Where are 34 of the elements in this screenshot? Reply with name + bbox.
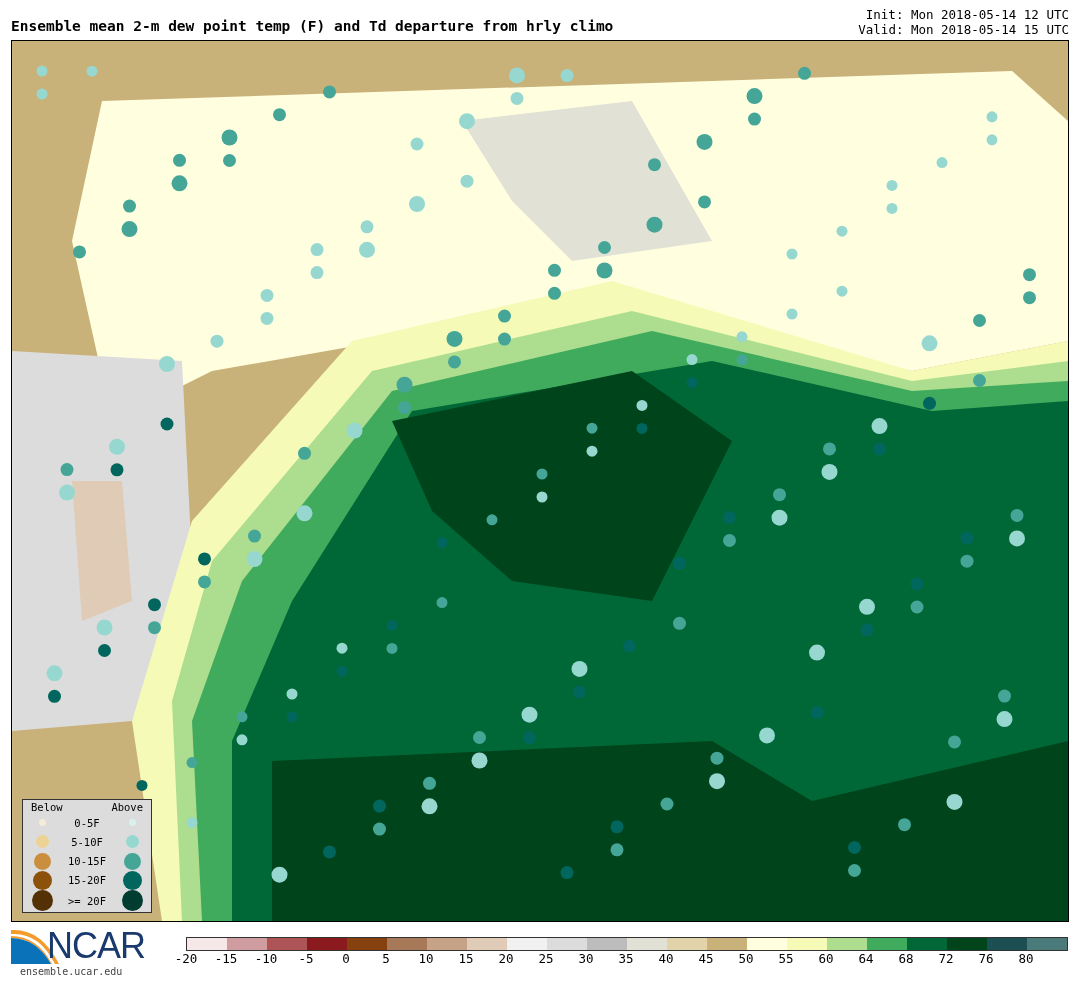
valid-time: Valid: Mon 2018-05-14 15 UTC [858,22,1069,37]
tick-label: 64 [858,951,874,966]
tick-label: -10 [254,951,278,966]
tick-label: 45 [698,951,714,966]
logo-text: NCAR [47,925,145,967]
tick-label: 35 [618,951,634,966]
tick-label: 76 [978,951,994,966]
tick-label: 5 [382,951,390,966]
legend-label: 5-10F [70,835,104,848]
legend-label: 0-5F [73,816,101,829]
tick-label: 50 [738,951,754,966]
legend-label: 10-15F [67,855,107,868]
tick-label: 72 [938,951,954,966]
tick-label: 10 [418,951,434,966]
legend-label: >= 20F [67,894,107,907]
tick-label: 68 [898,951,914,966]
tick-label: 40 [658,951,674,966]
website-url: ensemble.ucar.edu [19,966,124,977]
init-time: Init: Mon 2018-05-14 12 UTC [865,7,1069,22]
above-label: Above [111,801,143,813]
below-label: Below [31,801,63,813]
tick-label: 30 [578,951,594,966]
chart-title: Ensemble mean 2-m dew point temp (F) and Td departure from hrly climo [11,18,614,36]
tick-label: 20 [498,951,514,966]
tick-label: 60 [818,951,834,966]
tick-label: -20 [174,951,198,966]
tick-label: -15 [214,951,238,966]
tick-label: 15 [458,951,474,966]
legend-label: 15-20F [67,874,107,887]
tick-label: 55 [778,951,794,966]
tick-label: -5 [298,951,314,966]
tick-label: 0 [342,951,350,966]
tick-label: 25 [538,951,554,966]
tick-label: 80 [1018,951,1034,966]
